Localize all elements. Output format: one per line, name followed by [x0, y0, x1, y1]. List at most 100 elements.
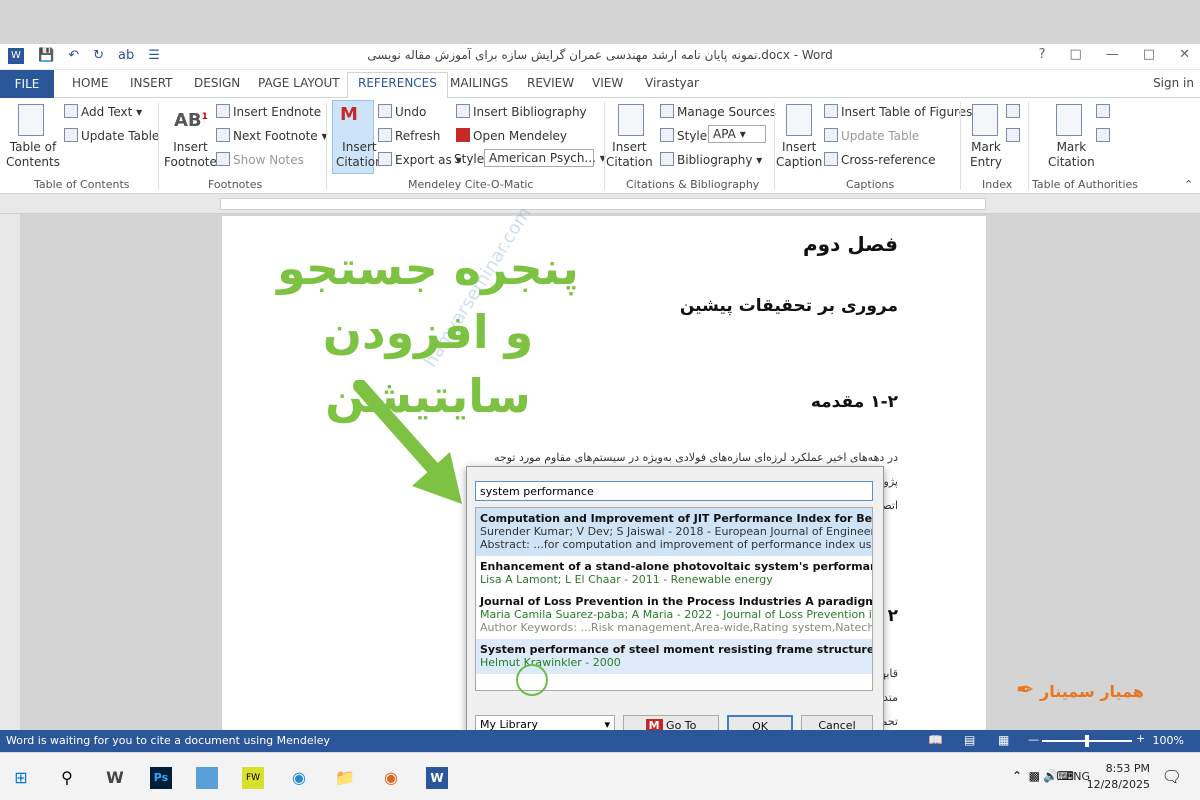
insert-citation-icon[interactable] [618, 104, 644, 139]
tray-chevron-icon[interactable]: ⌃ [1012, 769, 1022, 783]
tab-file[interactable]: FILE [0, 70, 54, 98]
tab-insert[interactable]: INSERT [130, 76, 173, 90]
window-controls: ? □ — □ ✕ [1039, 47, 1190, 62]
insert-footnote-button[interactable]: Insert Footnote [164, 140, 217, 170]
print-layout-icon[interactable]: ▤ [964, 733, 975, 747]
insert-citation-button[interactable]: Insert Citation [606, 140, 653, 170]
mendeley-insert-bibliography-button[interactable]: Insert Bibliography [456, 104, 587, 119]
app-yellow-icon[interactable]: FW [242, 767, 264, 789]
tab-view[interactable]: VIEW [592, 76, 623, 90]
insert-index-icon[interactable] [1006, 104, 1023, 119]
group-separator [960, 102, 961, 190]
tab-design[interactable]: DESIGN [194, 76, 240, 90]
table-of-contents-button[interactable]: Table of Contents [6, 140, 60, 170]
chapter-heading: فصل دوم [803, 232, 898, 256]
web-layout-icon[interactable]: ▦ [998, 733, 1009, 747]
mark-entry-button[interactable]: Mark Entry [970, 140, 1002, 170]
edge-icon[interactable]: ◉ [288, 767, 310, 789]
search-icon[interactable]: ⚲ [56, 767, 78, 789]
brand-logo: همیار سمینار ✒ [1016, 678, 1144, 703]
firefox-icon[interactable]: ◉ [380, 767, 402, 789]
mark-citation-icon[interactable] [1056, 104, 1082, 139]
ribbon-display-icon[interactable]: □ [1070, 47, 1082, 62]
annotation-line-1: پنجره جستجو [277, 241, 579, 295]
tab-home[interactable]: HOME [72, 76, 108, 90]
minimize-button[interactable]: — [1106, 47, 1119, 62]
folder-icon[interactable]: 📁 [334, 767, 356, 789]
photoshop-icon[interactable]: Ps [150, 767, 172, 789]
tab-review[interactable]: REVIEW [527, 76, 574, 90]
open-mendeley-label: Open Mendeley [473, 129, 568, 143]
network-icon[interactable]: ▩ [1029, 769, 1040, 783]
tab-references[interactable]: REFERENCES [347, 72, 448, 99]
update-toa-icon[interactable] [1096, 128, 1113, 143]
endnote-icon [216, 104, 230, 118]
zoom-in-button[interactable]: + [1136, 732, 1145, 745]
tab-virastyar[interactable]: Virastyar [645, 76, 699, 90]
insert-toa-icon[interactable] [1096, 104, 1113, 119]
insert-table-of-figures-button[interactable]: Insert Table of Figures [824, 104, 972, 119]
update-table-button[interactable]: Update Table [64, 128, 159, 143]
bibliography-icon [660, 152, 674, 166]
next-footnote-button[interactable]: Next Footnote ▾ [216, 128, 328, 143]
insert-caption-icon[interactable] [786, 104, 812, 139]
notification-icon[interactable]: 🗨 [1162, 767, 1182, 786]
app-blue-icon[interactable] [196, 767, 218, 789]
mendeley-style-select[interactable]: American Psych... ▾ [484, 149, 606, 167]
add-text-label: Add Text [81, 105, 133, 119]
tab-mailings[interactable]: MAILINGS [450, 76, 508, 90]
update-table-icon [824, 128, 838, 142]
bibliography-button[interactable]: Bibliography ▾ [660, 152, 762, 167]
citation-search-input[interactable] [475, 481, 873, 501]
zoom-slider[interactable] [1042, 735, 1132, 747]
open-mendeley-button[interactable]: Open Mendeley [456, 128, 567, 143]
vertical-ruler[interactable] [0, 214, 20, 734]
result-authors: Surender Kumar; V Dev; S Jaiswal - 2018 … [480, 525, 872, 538]
mendeley-export-button[interactable]: Export as ▾ [378, 152, 462, 167]
clock[interactable]: 8:53 PM 12/28/2025 [1087, 761, 1150, 793]
captions-update-table-button[interactable]: Update Table [824, 128, 919, 143]
citation-style-select[interactable]: APA ▾ [708, 125, 766, 143]
insert-caption-button[interactable]: Insert Caption [776, 140, 822, 170]
group-label-citations: Citations & Bibliography [626, 178, 760, 191]
citation-style-value: APA [713, 127, 736, 141]
update-index-icon[interactable] [1006, 128, 1023, 143]
manage-sources-label: Manage Sources [677, 105, 776, 119]
show-notes-button[interactable]: Show Notes [216, 152, 304, 167]
mark-entry-icon[interactable] [972, 104, 998, 139]
list-item[interactable]: Enhancement of a stand-alone photovoltai… [476, 556, 872, 591]
status-bar: Word is waiting for you to cite a docume… [0, 730, 1200, 752]
windows-start-icon[interactable]: ⊞ [10, 767, 32, 789]
update-table-icon [64, 128, 78, 142]
help-button[interactable]: ? [1039, 47, 1046, 62]
sign-in-link[interactable]: Sign in [1153, 76, 1194, 90]
cross-reference-button[interactable]: Cross-reference [824, 152, 936, 167]
footnote-icon[interactable]: AB1 [174, 110, 208, 131]
collapse-ribbon-icon[interactable]: ⌃ [1184, 178, 1193, 191]
list-item[interactable]: Journal of Loss Prevention in the Proces… [476, 591, 872, 639]
zoom-out-button[interactable]: — [1028, 733, 1039, 746]
manage-sources-button[interactable]: Manage Sources [660, 104, 776, 119]
mendeley-citation-dialog: Computation and Improvement of JIT Perfo… [466, 466, 884, 752]
word-taskbar-icon[interactable]: W [426, 767, 448, 789]
cross-reference-label: Cross-reference [841, 153, 936, 167]
zoom-slider-knob[interactable] [1085, 735, 1089, 747]
mendeley-undo-button[interactable]: Undo [378, 104, 426, 119]
insert-endnote-button[interactable]: Insert Endnote [216, 104, 321, 119]
status-message: Word is waiting for you to cite a docume… [6, 734, 330, 747]
close-button[interactable]: ✕ [1179, 47, 1190, 62]
maximize-button[interactable]: □ [1143, 47, 1155, 62]
mendeley-refresh-button[interactable]: Refresh [378, 128, 440, 143]
cross-reference-icon [824, 152, 838, 166]
app-w-icon[interactable]: W [104, 767, 126, 789]
add-text-button[interactable]: Add Text ▾ [64, 104, 142, 119]
tab-page-layout[interactable]: PAGE LAYOUT [258, 76, 340, 90]
zoom-level[interactable]: 100% [1153, 734, 1184, 747]
mark-citation-button[interactable]: Mark Citation [1048, 140, 1095, 170]
horizontal-ruler[interactable] [0, 194, 1200, 214]
brand-logo-text: همیار سمینار [1040, 682, 1144, 701]
read-mode-icon[interactable]: 📖 [928, 733, 943, 747]
list-item[interactable]: Computation and Improvement of JIT Perfo… [476, 508, 872, 556]
bibliography-label: Bibliography [677, 153, 753, 167]
table-of-contents-icon[interactable] [18, 104, 44, 139]
